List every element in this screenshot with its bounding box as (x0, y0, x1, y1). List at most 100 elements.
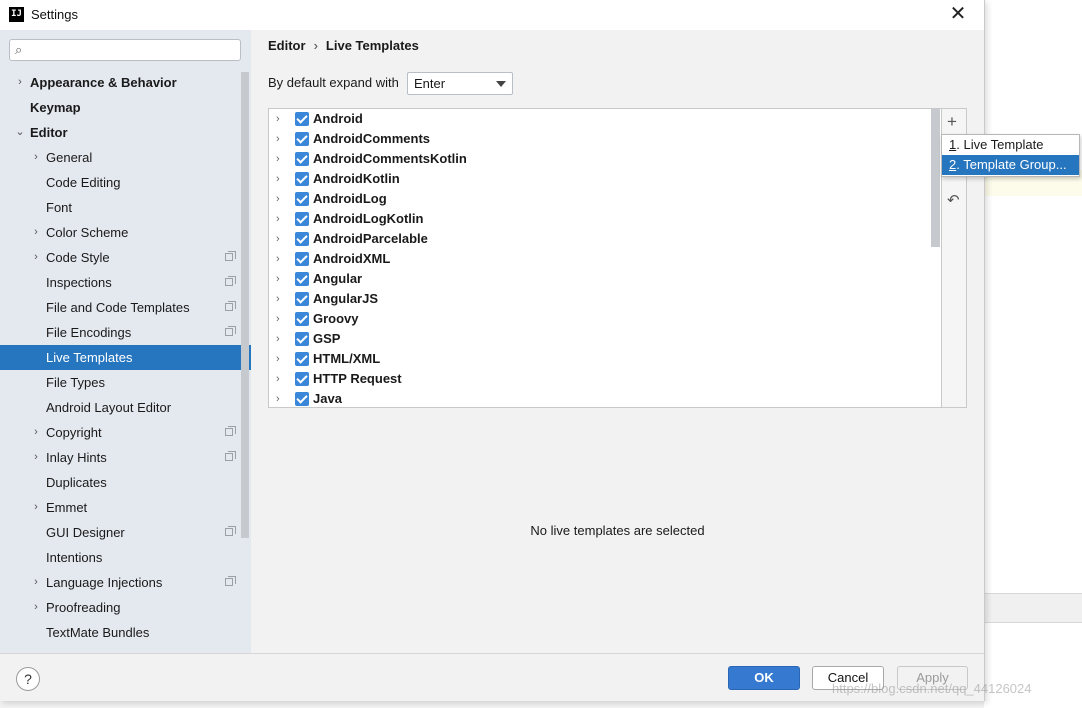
sidebar-item-label: TextMate Bundles (46, 625, 150, 640)
sidebar-item[interactable]: › Language Injections (0, 570, 241, 595)
template-group-checkbox[interactable] (295, 352, 309, 366)
sidebar-item[interactable]: Code Editing (0, 170, 241, 195)
sidebar-item[interactable]: ⌄ Editor (0, 120, 241, 145)
settings-search[interactable]: ⌕ (9, 39, 241, 61)
template-group-row[interactable]: › HTML/XML (269, 349, 941, 369)
chevron-right-icon[interactable]: › (30, 595, 42, 620)
sidebar-item[interactable]: › Color Scheme (0, 220, 241, 245)
restore-icon[interactable]: ↶ (947, 191, 960, 209)
chevron-right-icon[interactable]: › (276, 169, 280, 189)
project-scope-icon (225, 426, 236, 436)
sidebar-item-label: Inlay Hints (46, 450, 107, 465)
sidebar-item[interactable]: Font (0, 195, 241, 220)
sidebar-item[interactable]: TextMate Bundles (0, 620, 241, 645)
ok-button[interactable]: OK (728, 666, 800, 690)
template-group-row[interactable]: › Android (269, 109, 941, 129)
sidebar-scrollbar[interactable] (241, 72, 249, 538)
settings-sidebar: ⌕ › Appearance & Behavior Keymap ⌄ Editor › Ge… (0, 30, 251, 653)
template-group-row[interactable]: › AndroidComments (269, 129, 941, 149)
template-group-row[interactable]: › AngularJS (269, 289, 941, 309)
template-group-checkbox[interactable] (295, 192, 309, 206)
chevron-right-icon[interactable]: › (30, 570, 42, 595)
sidebar-item[interactable]: Inspections (0, 270, 241, 295)
sidebar-item[interactable]: › Appearance & Behavior (0, 70, 241, 95)
chevron-right-icon[interactable]: › (30, 420, 42, 445)
chevron-right-icon[interactable]: › (276, 129, 280, 149)
help-button[interactable]: ? (16, 667, 40, 691)
template-group-name: Android (313, 111, 363, 126)
template-group-row[interactable]: › AndroidKotlin (269, 169, 941, 189)
chevron-right-icon[interactable]: › (276, 269, 280, 289)
sidebar-item[interactable]: Keymap (0, 95, 241, 120)
breadcrumb-parent[interactable]: Editor (268, 38, 306, 53)
template-group-checkbox[interactable] (295, 332, 309, 346)
sidebar-item-label: Code Style (46, 250, 110, 265)
template-group-row[interactable]: › Groovy (269, 309, 941, 329)
template-group-checkbox[interactable] (295, 112, 309, 126)
template-group-checkbox[interactable] (295, 132, 309, 146)
chevron-right-icon[interactable]: › (30, 145, 42, 170)
template-group-checkbox[interactable] (295, 172, 309, 186)
chevron-right-icon[interactable]: › (276, 229, 280, 249)
chevron-right-icon[interactable]: › (30, 220, 42, 245)
chevron-right-icon[interactable]: › (276, 109, 280, 129)
template-group-name: HTML/XML (313, 351, 381, 366)
template-list-scrollbar[interactable] (931, 109, 940, 247)
template-group-checkbox[interactable] (295, 292, 309, 306)
sidebar-item[interactable]: › Emmet (0, 495, 241, 520)
template-group-row[interactable]: › AndroidParcelable (269, 229, 941, 249)
template-group-checkbox[interactable] (295, 372, 309, 386)
search-input[interactable] (34, 42, 238, 60)
expand-with-dropdown[interactable]: Enter (407, 72, 513, 95)
sidebar-item[interactable]: › Code Style (0, 245, 241, 270)
template-group-checkbox[interactable] (295, 272, 309, 286)
template-group-checkbox[interactable] (295, 392, 309, 406)
sidebar-item[interactable]: Live Templates (0, 345, 251, 370)
chevron-right-icon[interactable]: › (30, 495, 42, 520)
chevron-right-icon[interactable]: › (276, 249, 280, 269)
chevron-right-icon[interactable]: › (276, 309, 280, 329)
template-group-checkbox[interactable] (295, 252, 309, 266)
chevron-right-icon[interactable]: › (276, 189, 280, 209)
sidebar-item[interactable]: Duplicates (0, 470, 241, 495)
chevron-right-icon[interactable]: › (14, 70, 26, 95)
add-icon[interactable]: + (947, 113, 957, 131)
sidebar-item[interactable]: › General (0, 145, 241, 170)
sidebar-item[interactable]: File Types (0, 370, 241, 395)
template-group-checkbox[interactable] (295, 152, 309, 166)
chevron-right-icon[interactable]: › (276, 329, 280, 349)
sidebar-item[interactable]: › Proofreading (0, 595, 241, 620)
chevron-right-icon[interactable]: › (276, 149, 280, 169)
sidebar-item[interactable]: GUI Designer (0, 520, 241, 545)
chevron-down-icon[interactable]: ⌄ (14, 120, 26, 145)
template-group-checkbox[interactable] (295, 212, 309, 226)
sidebar-item[interactable]: File and Code Templates (0, 295, 241, 320)
chevron-right-icon[interactable]: › (276, 349, 280, 369)
chevron-right-icon[interactable]: › (276, 289, 280, 309)
template-group-row[interactable]: › Java (269, 389, 941, 407)
chevron-right-icon[interactable]: › (276, 369, 280, 389)
sidebar-item[interactable]: Intentions (0, 545, 241, 570)
template-group-checkbox[interactable] (295, 312, 309, 326)
template-group-name: AndroidLogKotlin (313, 211, 424, 226)
menu-item-template-group[interactable]: 2. Template Group... (942, 155, 1079, 175)
menu-item-live-template[interactable]: 1. Live Template (942, 135, 1079, 155)
chevron-right-icon[interactable]: › (276, 389, 280, 407)
template-group-row[interactable]: › AndroidLog (269, 189, 941, 209)
close-icon[interactable]: ✕ (946, 3, 970, 27)
template-group-row[interactable]: › GSP (269, 329, 941, 349)
template-group-row[interactable]: › HTTP Request (269, 369, 941, 389)
chevron-right-icon[interactable]: › (276, 209, 280, 229)
chevron-right-icon[interactable]: › (30, 445, 42, 470)
sidebar-item[interactable]: › Inlay Hints (0, 445, 241, 470)
template-group-name: AndroidCommentsKotlin (313, 151, 467, 166)
template-group-checkbox[interactable] (295, 232, 309, 246)
template-group-row[interactable]: › AndroidXML (269, 249, 941, 269)
template-group-row[interactable]: › Angular (269, 269, 941, 289)
template-group-row[interactable]: › AndroidLogKotlin (269, 209, 941, 229)
sidebar-item[interactable]: Android Layout Editor (0, 395, 241, 420)
template-group-row[interactable]: › AndroidCommentsKotlin (269, 149, 941, 169)
sidebar-item[interactable]: › Copyright (0, 420, 241, 445)
chevron-right-icon[interactable]: › (30, 245, 42, 270)
sidebar-item[interactable]: File Encodings (0, 320, 241, 345)
